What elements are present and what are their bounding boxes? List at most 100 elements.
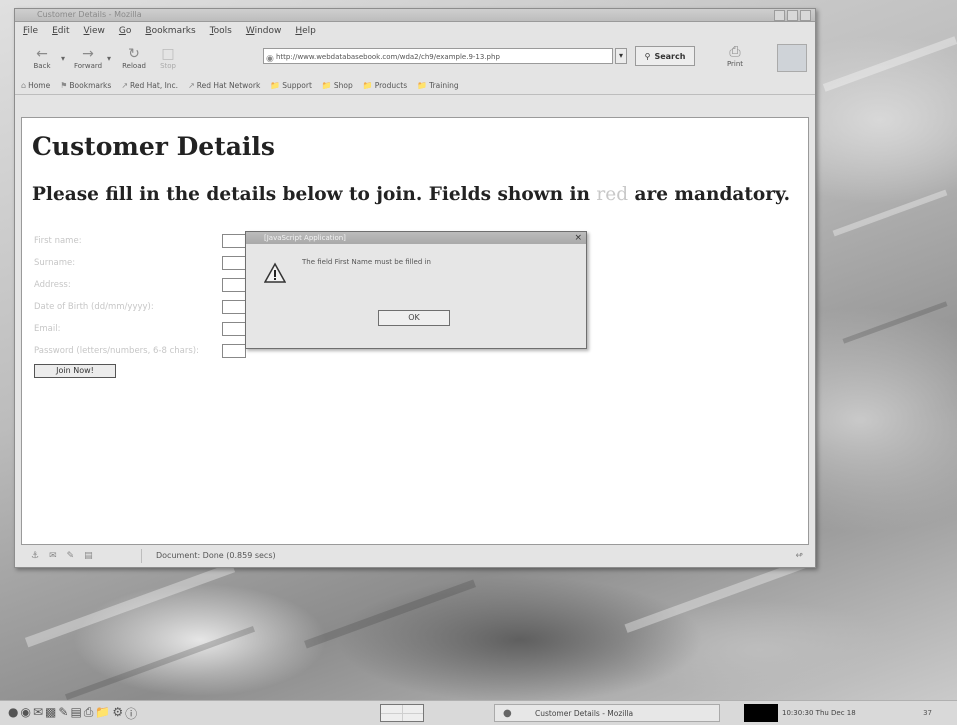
personal-bookmarks[interactable]: ⚑ Bookmarks — [60, 81, 111, 90]
browser-launcher-icon[interactable]: ◉ — [20, 705, 30, 722]
panel-launchers: ● ◉ ✉ ▩ ✎ ▤ ⎙ 📁 ⚙ ⓘ — [0, 705, 380, 722]
page-favicon-icon: ◉ — [266, 54, 274, 64]
taskbar: ● ◉ ✉ ▩ ✎ ▤ ⎙ 📁 ⚙ ⓘ ● Customer Details -… — [0, 700, 957, 725]
forward-arrow-icon: → — [82, 46, 94, 62]
back-button[interactable]: ← Back — [25, 46, 59, 70]
surname-label: Surname: — [34, 258, 76, 268]
email-label: Email: — [34, 324, 61, 334]
javascript-alert-dialog: [JavaScript Application] × The field Fir… — [245, 231, 587, 349]
first-name-field[interactable] — [222, 234, 246, 248]
close-icon[interactable] — [800, 10, 811, 21]
personal-training[interactable]: 📁 Training — [417, 81, 459, 90]
workspace-1[interactable] — [381, 705, 402, 713]
dialog-title: [JavaScript Application] — [264, 234, 346, 242]
mail-icon[interactable]: ✉ — [49, 551, 57, 561]
dialog-message: The field First Name must be filled in — [302, 258, 431, 266]
tray-indicator: 37 — [923, 709, 932, 717]
red-hat-menu-icon[interactable]: ● — [8, 705, 18, 722]
forward-dropdown-icon[interactable]: ▾ — [107, 54, 111, 63]
minimize-icon[interactable] — [774, 10, 785, 21]
menu-help[interactable]: Help — [295, 26, 316, 36]
window-controls — [774, 10, 811, 21]
forward-button[interactable]: → Forward — [71, 46, 105, 70]
url-dropdown-icon[interactable]: ▾ — [615, 48, 627, 64]
help-launcher-icon[interactable]: ⓘ — [125, 705, 137, 722]
personal-products[interactable]: 📁 Products — [363, 81, 407, 90]
maximize-icon[interactable] — [787, 10, 798, 21]
menu-bookmarks[interactable]: Bookmarks — [145, 26, 195, 36]
join-now-button[interactable]: Join Now! — [34, 364, 116, 378]
workspace-2[interactable] — [402, 705, 423, 713]
personal-shop[interactable]: 📁 Shop — [322, 81, 353, 90]
warning-icon — [264, 262, 286, 283]
link-icon: ↗ — [121, 80, 129, 90]
menu-tools[interactable]: Tools — [210, 26, 232, 36]
surname-field[interactable] — [222, 256, 246, 270]
address-field[interactable] — [222, 278, 246, 292]
personal-support[interactable]: 📁 Support — [270, 81, 312, 90]
status-icons: ⚓ ✉ ✎ ▤ — [21, 551, 141, 561]
taskbar-window-button[interactable]: ● Customer Details - Mozilla — [494, 704, 720, 722]
addressbook-icon[interactable]: ▤ — [84, 551, 93, 561]
stop-icon: □ — [161, 46, 175, 62]
composer-icon[interactable]: ✎ — [67, 551, 75, 561]
url-input[interactable]: ◉ http://www.webdatabasebook.com/wda2/ch… — [263, 48, 613, 64]
security-lock-icon[interactable]: ↫ — [763, 551, 809, 561]
print-launcher-icon[interactable]: ⎙ — [84, 705, 94, 722]
search-icon: ⚲ — [644, 51, 651, 61]
address-label: Address: — [34, 280, 71, 290]
password-label: Password (letters/numbers, 6-8 chars): — [34, 346, 199, 356]
status-text: Document: Done (0.859 secs) — [141, 549, 763, 563]
menu-edit[interactable]: Edit — [52, 26, 69, 36]
files-launcher-icon[interactable]: 📁 — [95, 705, 110, 722]
workspace-4[interactable] — [402, 713, 423, 721]
office-launcher-icon[interactable]: ✎ — [58, 705, 68, 722]
page-subheading: Please fill in the details below to join… — [32, 184, 791, 205]
print-button[interactable]: ⎙ Print — [715, 44, 755, 68]
settings-launcher-icon[interactable]: ⚙ — [112, 705, 123, 722]
password-field[interactable] — [222, 344, 246, 358]
dialog-close-icon[interactable]: × — [574, 232, 582, 244]
mail-launcher-icon[interactable]: ✉ — [33, 705, 43, 722]
link-icon: ↗ — [188, 80, 195, 90]
clock[interactable]: 10:30:30 Thu Dec 18 — [782, 709, 892, 717]
dialog-title-bar[interactable]: [JavaScript Application] × — [246, 232, 586, 244]
ok-button[interactable]: OK — [378, 310, 450, 326]
system-monitor — [744, 704, 778, 722]
personal-toolbar: ⌂ Home ⚑ Bookmarks ↗ Red Hat, Inc. ↗ Red Hat… — [15, 76, 815, 95]
home-icon: ⌂ — [21, 80, 27, 90]
folder-icon: 📁 — [321, 80, 332, 90]
calc-launcher-icon[interactable]: ▤ — [70, 705, 81, 722]
workspace-pager[interactable] — [380, 704, 424, 722]
personal-home[interactable]: ⌂ Home — [21, 81, 50, 90]
reload-button[interactable]: ↻ Reload — [117, 46, 151, 70]
stop-button[interactable]: □ Stop — [151, 46, 185, 70]
personal-red-hat-inc[interactable]: ↗ Red Hat, Inc. — [121, 81, 178, 90]
mozilla-icon: ● — [503, 708, 512, 719]
back-dropdown-icon[interactable]: ▾ — [61, 54, 65, 63]
menu-bar: File Edit View Go Bookmarks Tools Window… — [15, 22, 815, 40]
personal-red-hat-network[interactable]: ↗ Red Hat Network — [188, 81, 260, 90]
printer-icon: ⎙ — [729, 44, 741, 60]
back-arrow-icon: ← — [36, 46, 48, 62]
folder-icon: 📁 — [270, 80, 281, 90]
search-button[interactable]: ⚲ Search — [635, 46, 695, 66]
first-name-label: First name: — [34, 236, 82, 246]
navigator-icon[interactable]: ⚓ — [31, 551, 39, 561]
reload-icon: ↻ — [128, 46, 140, 62]
menu-window[interactable]: Window — [246, 26, 282, 36]
menu-file[interactable]: File — [23, 26, 38, 36]
red-word: red — [596, 184, 629, 205]
email-field[interactable] — [222, 322, 246, 336]
menu-view[interactable]: View — [84, 26, 105, 36]
throbber-logo[interactable] — [777, 44, 807, 72]
navigation-toolbar: ← Back ▾ → Forward ▾ ↻ Reload □ Stop ◉ h… — [15, 40, 815, 76]
terminal-launcher-icon[interactable]: ▩ — [45, 705, 56, 722]
dob-field[interactable] — [222, 300, 246, 314]
dob-label: Date of Birth (dd/mm/yyyy): — [34, 302, 154, 312]
menu-go[interactable]: Go — [119, 26, 132, 36]
folder-icon: 📁 — [417, 80, 428, 90]
workspace-3[interactable] — [381, 713, 402, 721]
page-title: Customer Details — [32, 132, 276, 161]
title-bar[interactable]: Customer Details - Mozilla — [15, 9, 815, 22]
